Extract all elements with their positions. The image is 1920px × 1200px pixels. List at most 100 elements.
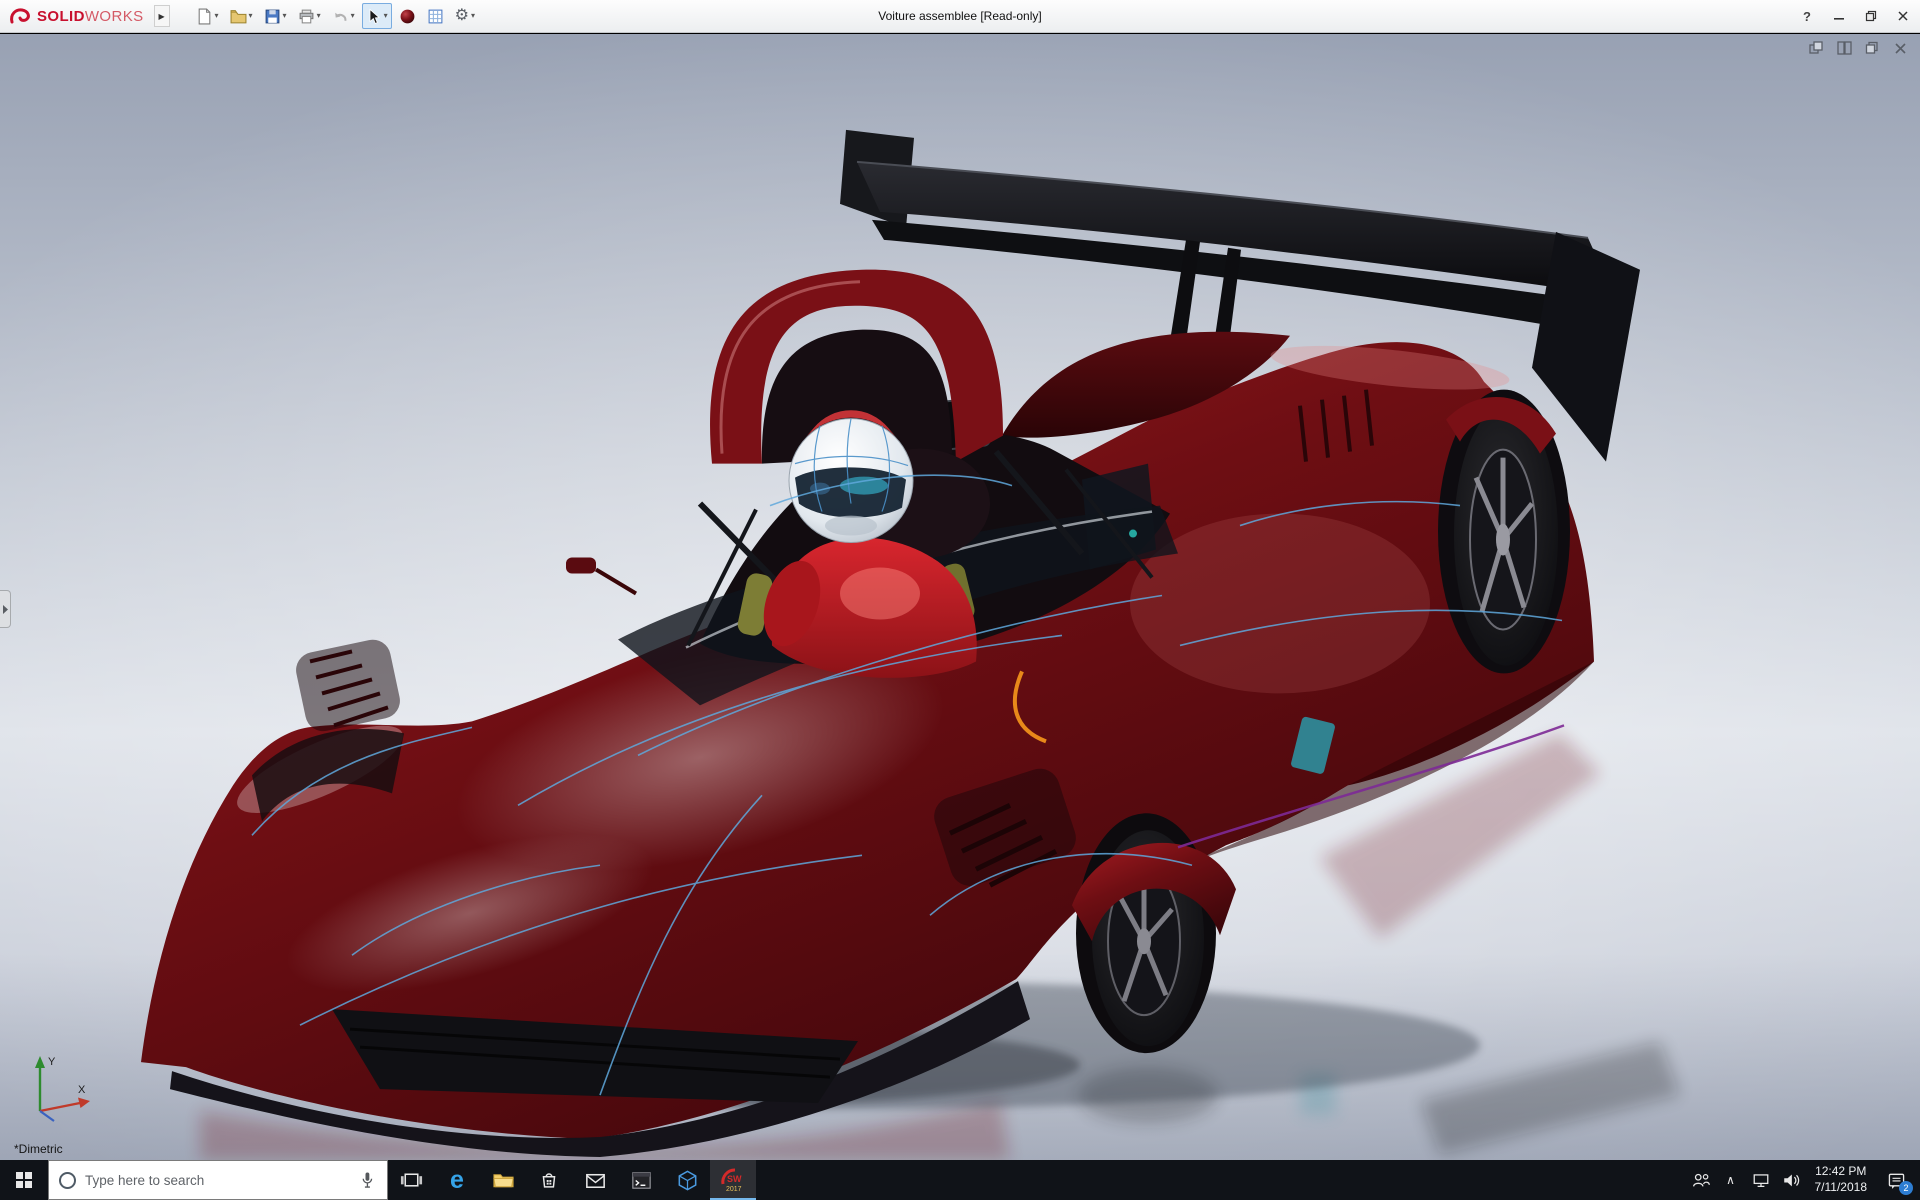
people-icon [1690,1169,1712,1191]
cube-app-icon [675,1168,700,1193]
people-button[interactable] [1686,1160,1716,1200]
expand-arrow-icon [2,605,8,614]
clock-date: 7/11/2018 [1815,1180,1868,1196]
3d-scene[interactable] [0,34,1920,1160]
restore-icon [1865,10,1877,22]
mail-button[interactable] [572,1160,618,1200]
appearance-sphere-icon [399,8,416,25]
z-axis-arrow [40,1111,54,1121]
network-icon [1750,1169,1772,1191]
options-button[interactable]: ⚙ ▾ [451,3,479,29]
save-button[interactable]: ▾ [260,3,291,29]
doc-restore-icon [1865,41,1879,55]
select-tool-button[interactable]: ▾ [362,3,392,29]
caret-icon: ▾ [351,12,355,20]
caret-icon: ▾ [249,12,253,20]
y-axis-arrow [35,1056,45,1068]
view-orientation-label: *Dimetric [14,1142,63,1156]
save-icon [264,8,281,25]
flyout-icon: ▶ [158,12,164,21]
store-icon [537,1168,561,1192]
store-button[interactable] [526,1160,572,1200]
network-button[interactable] [1746,1160,1776,1200]
search-input[interactable] [85,1173,348,1188]
console-button[interactable] [618,1160,664,1200]
undo-button[interactable]: ▾ [328,3,359,29]
file-explorer-icon [491,1168,516,1193]
appearance-sphere-button[interactable] [395,3,420,29]
side-mirror [566,558,596,574]
caret-icon: ▾ [317,12,321,20]
solidworks-window: SOLIDWORKS ▶ ▾ ▾ [0,0,1920,1200]
console-icon [629,1168,654,1193]
rear-right-wheel [1438,390,1570,674]
doc-close-button[interactable] [1890,39,1910,57]
open-button[interactable]: ▾ [226,3,257,29]
action-center-button[interactable]: 2 [1876,1160,1916,1200]
solidworks-app-icon: SW 2017 [719,1166,747,1194]
help-icon: ? [1803,9,1811,24]
main-toolbar: ▾ ▾ ▾ ▾ [192,3,479,29]
cube-app-button[interactable] [664,1160,710,1200]
doc-tile-button[interactable] [1834,39,1854,57]
graphics-viewport[interactable]: Y X *Dimetric [0,34,1920,1160]
3ds-swirl-icon [8,6,32,26]
doc-restore-button[interactable] [1862,39,1882,57]
tile-windows-icon [1837,41,1852,55]
chevron-up-icon: ∧ [1726,1174,1735,1186]
microphone-icon[interactable] [357,1169,377,1191]
undo-icon [332,8,349,25]
sw-year-label: 2017 [726,1186,742,1193]
toolbar-flyout-button[interactable]: ▶ [154,5,170,27]
logo-text: SOLIDWORKS [37,8,144,25]
print-button[interactable]: ▾ [294,3,325,29]
windows-taskbar: e [0,1160,1920,1200]
y-axis-label: Y [48,1056,56,1068]
solidworks-logo: SOLIDWORKS [0,0,152,32]
notification-badge: 2 [1899,1181,1913,1195]
featuremanager-flyout-handle[interactable] [0,590,11,628]
caret-icon: ▾ [215,12,219,20]
doc-cascade-button[interactable] [1806,39,1826,57]
system-tray: ∧ 12:42 PM 7/11/2018 [1686,1160,1920,1200]
volume-button[interactable] [1776,1160,1806,1200]
titlebar: SOLIDWORKS ▶ ▾ ▾ [0,0,1920,33]
open-folder-icon [230,8,247,25]
select-cursor-icon [366,8,382,25]
minimize-button[interactable] [1825,4,1853,28]
task-view-icon [399,1168,424,1193]
x-axis-label: X [78,1084,86,1096]
hidden-icons-button[interactable]: ∧ [1716,1160,1746,1200]
close-icon [1897,10,1909,22]
start-button[interactable] [0,1160,48,1200]
windows-logo-icon [16,1172,32,1188]
sw-label: SW [727,1174,742,1184]
cortana-icon [59,1172,76,1189]
restore-button[interactable] [1857,4,1885,28]
taskbar-clock[interactable]: 12:42 PM 7/11/2018 [1806,1164,1877,1195]
taskbar-search[interactable] [48,1160,388,1200]
window-controls: ? [1793,0,1917,32]
caret-icon: ▾ [471,12,475,20]
close-button[interactable] [1889,4,1917,28]
orientation-triad: Y X [22,1051,96,1130]
cascade-windows-icon [1809,41,1824,55]
caret-icon: ▾ [283,12,287,20]
solidworks-taskbar-button[interactable]: SW 2017 [710,1160,756,1200]
speaker-icon [1780,1169,1802,1191]
new-document-button[interactable]: ▾ [192,3,223,29]
help-button[interactable]: ? [1793,4,1821,28]
gear-icon: ⚙ [455,8,469,24]
caret-icon: ▾ [384,12,388,20]
task-view-button[interactable] [388,1160,434,1200]
sheet-properties-button[interactable] [423,3,448,29]
file-explorer-button[interactable] [480,1160,526,1200]
doc-close-icon [1894,42,1907,55]
edge-icon: e [450,1168,464,1193]
document-title: Voiture assemblee [Read-only] [878,9,1041,23]
edge-browser-button[interactable]: e [434,1160,480,1200]
print-icon [298,8,315,25]
clock-time: 12:42 PM [1815,1164,1866,1180]
teal-dot [1129,530,1137,538]
sheet-grid-icon [427,8,444,25]
